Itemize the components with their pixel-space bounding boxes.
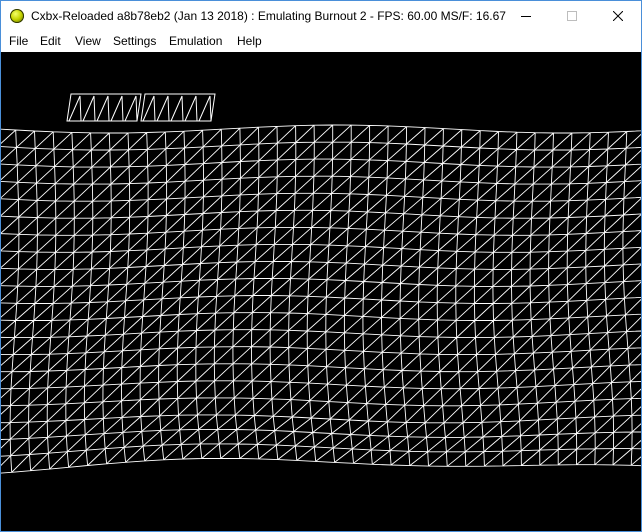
window-title: Cxbx-Reloaded a8b78eb2 (Jan 13 2018) : E… — [31, 9, 506, 23]
menu-edit[interactable]: Edit — [40, 34, 61, 48]
hud-glyph-lines — [66, 93, 216, 122]
game-viewport[interactable] — [1, 52, 641, 531]
minimize-icon — [521, 16, 531, 17]
menu-file[interactable]: File — [9, 34, 28, 48]
emulator-window: Cxbx-Reloaded a8b78eb2 (Jan 13 2018) : E… — [0, 0, 642, 532]
close-button[interactable] — [595, 1, 641, 31]
close-icon — [613, 11, 623, 21]
menu-emulation[interactable]: Emulation — [169, 34, 222, 48]
cxbx-app-icon[interactable] — [10, 9, 24, 23]
maximize-button[interactable] — [549, 1, 595, 31]
wireframe-mesh — [1, 124, 641, 474]
menu-settings[interactable]: Settings — [113, 34, 156, 48]
title-bar[interactable]: Cxbx-Reloaded a8b78eb2 (Jan 13 2018) : E… — [1, 1, 641, 31]
menu-bar: File Edit View Settings Emulation Help — [1, 31, 641, 51]
minimize-button[interactable] — [503, 1, 549, 31]
maximize-icon — [567, 11, 577, 21]
menu-help[interactable]: Help — [237, 34, 262, 48]
mesh-lines — [1, 124, 641, 474]
hud-wireframe-glyphs — [66, 93, 216, 122]
menu-view[interactable]: View — [75, 34, 101, 48]
wireframe-render — [1, 93, 641, 474]
